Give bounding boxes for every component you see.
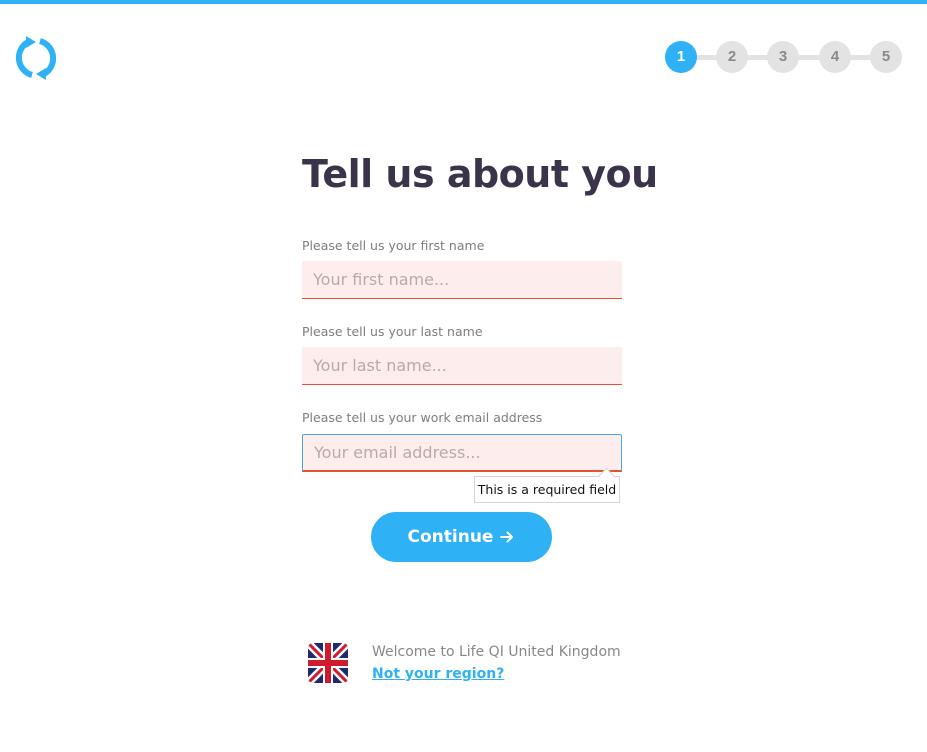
step-2: 2 bbox=[716, 41, 748, 73]
change-region-link[interactable]: Not your region? bbox=[372, 666, 504, 682]
email-label: Please tell us your work email address bbox=[302, 410, 543, 425]
page-title: Tell us about you bbox=[302, 152, 658, 196]
continue-label: Continue bbox=[407, 527, 494, 547]
email-input[interactable] bbox=[302, 434, 622, 472]
lifeqi-logo-icon[interactable] bbox=[12, 34, 60, 82]
uk-flag-icon bbox=[308, 643, 348, 683]
arrow-right-icon bbox=[500, 531, 514, 543]
required-field-tooltip: This is a required field bbox=[474, 476, 620, 503]
first-name-input[interactable] bbox=[302, 261, 622, 299]
last-name-label: Please tell us your last name bbox=[302, 324, 483, 339]
top-accent-bar bbox=[0, 0, 927, 4]
step-1: 1 bbox=[665, 41, 697, 73]
continue-button[interactable]: Continue bbox=[371, 512, 552, 562]
step-5: 5 bbox=[870, 41, 902, 73]
last-name-input[interactable] bbox=[302, 347, 622, 385]
region-welcome-text: Welcome to Life QI United Kingdom bbox=[372, 644, 621, 660]
step-4: 4 bbox=[819, 41, 851, 73]
progress-stepper: 1 2 3 4 5 bbox=[665, 41, 903, 73]
step-3: 3 bbox=[767, 41, 799, 73]
first-name-label: Please tell us your first name bbox=[302, 238, 485, 253]
